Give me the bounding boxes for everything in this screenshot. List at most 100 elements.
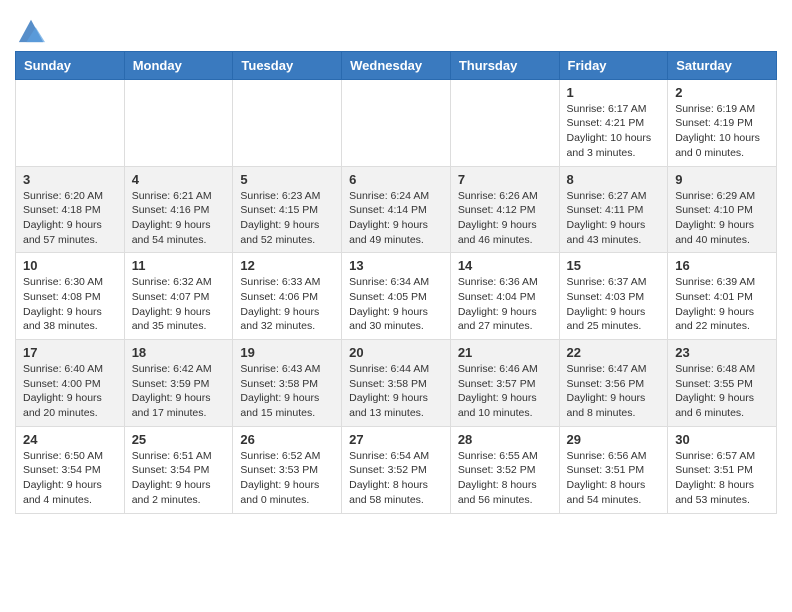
day-header-friday: Friday: [559, 51, 668, 79]
day-info: Sunrise: 6:21 AM Sunset: 4:16 PM Dayligh…: [132, 189, 226, 248]
day-info: Sunrise: 6:50 AM Sunset: 3:54 PM Dayligh…: [23, 449, 117, 508]
calendar-cell: 13 Sunrise: 6:34 AM Sunset: 4:05 PM Dayli…: [342, 253, 451, 340]
day-info: Sunrise: 6:52 AM Sunset: 3:53 PM Dayligh…: [240, 449, 334, 508]
day-number: 18: [132, 345, 226, 360]
day-number: 5: [240, 172, 334, 187]
calendar-cell: [16, 79, 125, 166]
day-number: 13: [349, 258, 443, 273]
day-info: Sunrise: 6:57 AM Sunset: 3:51 PM Dayligh…: [675, 449, 769, 508]
day-header-thursday: Thursday: [450, 51, 559, 79]
day-header-wednesday: Wednesday: [342, 51, 451, 79]
calendar-cell: 24 Sunrise: 6:50 AM Sunset: 3:54 PM Dayli…: [16, 426, 125, 513]
day-number: 21: [458, 345, 552, 360]
day-info: Sunrise: 6:39 AM Sunset: 4:01 PM Dayligh…: [675, 275, 769, 334]
day-number: 2: [675, 85, 769, 100]
day-number: 28: [458, 432, 552, 447]
week-row-3: 10 Sunrise: 6:30 AM Sunset: 4:08 PM Dayli…: [16, 253, 777, 340]
calendar-cell: 4Sunrise: 6:21 AM Sunset: 4:16 PM Daylig…: [124, 166, 233, 253]
calendar-table: SundayMondayTuesdayWednesdayThursdayFrid…: [15, 51, 777, 514]
day-header-sunday: Sunday: [16, 51, 125, 79]
day-info: Sunrise: 6:24 AM Sunset: 4:14 PM Dayligh…: [349, 189, 443, 248]
day-info: Sunrise: 6:46 AM Sunset: 3:57 PM Dayligh…: [458, 362, 552, 421]
day-number: 30: [675, 432, 769, 447]
calendar-cell: 18 Sunrise: 6:42 AM Sunset: 3:59 PM Dayli…: [124, 340, 233, 427]
calendar-cell: [233, 79, 342, 166]
day-info: Sunrise: 6:40 AM Sunset: 4:00 PM Dayligh…: [23, 362, 117, 421]
calendar-cell: 8 Sunrise: 6:27 AM Sunset: 4:11 PM Daylig…: [559, 166, 668, 253]
day-number: 23: [675, 345, 769, 360]
calendar-cell: 9 Sunrise: 6:29 AM Sunset: 4:10 PM Daylig…: [668, 166, 777, 253]
day-info: Sunrise: 6:43 AM Sunset: 3:58 PM Dayligh…: [240, 362, 334, 421]
calendar-cell: [124, 79, 233, 166]
day-number: 29: [567, 432, 661, 447]
day-number: 27: [349, 432, 443, 447]
day-info: Sunrise: 6:47 AM Sunset: 3:56 PM Dayligh…: [567, 362, 661, 421]
day-number: 9: [675, 172, 769, 187]
calendar-cell: 20 Sunrise: 6:44 AM Sunset: 3:58 PM Dayli…: [342, 340, 451, 427]
calendar-cell: [450, 79, 559, 166]
calendar-cell: 5 Sunrise: 6:23 AM Sunset: 4:15 PM Daylig…: [233, 166, 342, 253]
day-number: 6: [349, 172, 443, 187]
day-info: Sunrise: 6:30 AM Sunset: 4:08 PM Dayligh…: [23, 275, 117, 334]
day-info: Sunrise: 6:32 AM Sunset: 4:07 PM Dayligh…: [132, 275, 226, 334]
calendar-cell: 25 Sunrise: 6:51 AM Sunset: 3:54 PM Dayli…: [124, 426, 233, 513]
calendar-cell: 3 Sunrise: 6:20 AM Sunset: 4:18 PM Daylig…: [16, 166, 125, 253]
calendar-cell: 12Sunrise: 6:33 AM Sunset: 4:06 PM Dayli…: [233, 253, 342, 340]
day-info: Sunrise: 6:34 AM Sunset: 4:05 PM Dayligh…: [349, 275, 443, 334]
day-info: Sunrise: 6:55 AM Sunset: 3:52 PM Dayligh…: [458, 449, 552, 508]
day-number: 1: [567, 85, 661, 100]
day-info: Sunrise: 6:17 AM Sunset: 4:21 PM Dayligh…: [567, 102, 661, 161]
calendar-cell: 26 Sunrise: 6:52 AM Sunset: 3:53 PM Dayli…: [233, 426, 342, 513]
day-info: Sunrise: 6:37 AM Sunset: 4:03 PM Dayligh…: [567, 275, 661, 334]
week-row-2: 3 Sunrise: 6:20 AM Sunset: 4:18 PM Daylig…: [16, 166, 777, 253]
calendar-cell: 1 Sunrise: 6:17 AM Sunset: 4:21 PM Daylig…: [559, 79, 668, 166]
calendar-cell: [342, 79, 451, 166]
day-info: Sunrise: 6:19 AM Sunset: 4:19 PM Dayligh…: [675, 102, 769, 161]
day-info: Sunrise: 6:51 AM Sunset: 3:54 PM Dayligh…: [132, 449, 226, 508]
header: [15, 10, 777, 45]
calendar-cell: 16 Sunrise: 6:39 AM Sunset: 4:01 PM Dayli…: [668, 253, 777, 340]
day-number: 20: [349, 345, 443, 360]
day-number: 12: [240, 258, 334, 273]
calendar-cell: 10 Sunrise: 6:30 AM Sunset: 4:08 PM Dayli…: [16, 253, 125, 340]
day-number: 10: [23, 258, 117, 273]
day-number: 16: [675, 258, 769, 273]
day-number: 3: [23, 172, 117, 187]
day-info: Sunrise: 6:56 AM Sunset: 3:51 PM Dayligh…: [567, 449, 661, 508]
day-info: Sunrise: 6:29 AM Sunset: 4:10 PM Dayligh…: [675, 189, 769, 248]
week-row-1: 1 Sunrise: 6:17 AM Sunset: 4:21 PM Daylig…: [16, 79, 777, 166]
day-number: 7: [458, 172, 552, 187]
calendar-cell: 15 Sunrise: 6:37 AM Sunset: 4:03 PM Dayli…: [559, 253, 668, 340]
day-header-saturday: Saturday: [668, 51, 777, 79]
day-number: 26: [240, 432, 334, 447]
calendar-cell: 22 Sunrise: 6:47 AM Sunset: 3:56 PM Dayli…: [559, 340, 668, 427]
week-row-5: 24 Sunrise: 6:50 AM Sunset: 3:54 PM Dayli…: [16, 426, 777, 513]
calendar-cell: 2 Sunrise: 6:19 AM Sunset: 4:19 PM Daylig…: [668, 79, 777, 166]
day-info: Sunrise: 6:26 AM Sunset: 4:12 PM Dayligh…: [458, 189, 552, 248]
day-number: 11: [132, 258, 226, 273]
day-info: Sunrise: 6:42 AM Sunset: 3:59 PM Dayligh…: [132, 362, 226, 421]
day-number: 22: [567, 345, 661, 360]
day-number: 24: [23, 432, 117, 447]
day-number: 15: [567, 258, 661, 273]
calendar-cell: 23Sunrise: 6:48 AM Sunset: 3:55 PM Dayli…: [668, 340, 777, 427]
logo: [15, 16, 45, 45]
calendar-header-row: SundayMondayTuesdayWednesdayThursdayFrid…: [16, 51, 777, 79]
calendar-cell: 21 Sunrise: 6:46 AM Sunset: 3:57 PM Dayli…: [450, 340, 559, 427]
day-info: Sunrise: 6:20 AM Sunset: 4:18 PM Dayligh…: [23, 189, 117, 248]
day-info: Sunrise: 6:23 AM Sunset: 4:15 PM Dayligh…: [240, 189, 334, 248]
calendar-cell: 17 Sunrise: 6:40 AM Sunset: 4:00 PM Dayli…: [16, 340, 125, 427]
day-number: 8: [567, 172, 661, 187]
day-number: 25: [132, 432, 226, 447]
calendar-cell: 11 Sunrise: 6:32 AM Sunset: 4:07 PM Dayli…: [124, 253, 233, 340]
day-info: Sunrise: 6:27 AM Sunset: 4:11 PM Dayligh…: [567, 189, 661, 248]
day-number: 17: [23, 345, 117, 360]
calendar-cell: 7 Sunrise: 6:26 AM Sunset: 4:12 PM Daylig…: [450, 166, 559, 253]
calendar-cell: 27 Sunrise: 6:54 AM Sunset: 3:52 PM Dayli…: [342, 426, 451, 513]
day-header-monday: Monday: [124, 51, 233, 79]
day-info: Sunrise: 6:44 AM Sunset: 3:58 PM Dayligh…: [349, 362, 443, 421]
calendar-cell: 19Sunrise: 6:43 AM Sunset: 3:58 PM Dayli…: [233, 340, 342, 427]
day-number: 14: [458, 258, 552, 273]
day-info: Sunrise: 6:54 AM Sunset: 3:52 PM Dayligh…: [349, 449, 443, 508]
calendar-cell: 14Sunrise: 6:36 AM Sunset: 4:04 PM Dayli…: [450, 253, 559, 340]
